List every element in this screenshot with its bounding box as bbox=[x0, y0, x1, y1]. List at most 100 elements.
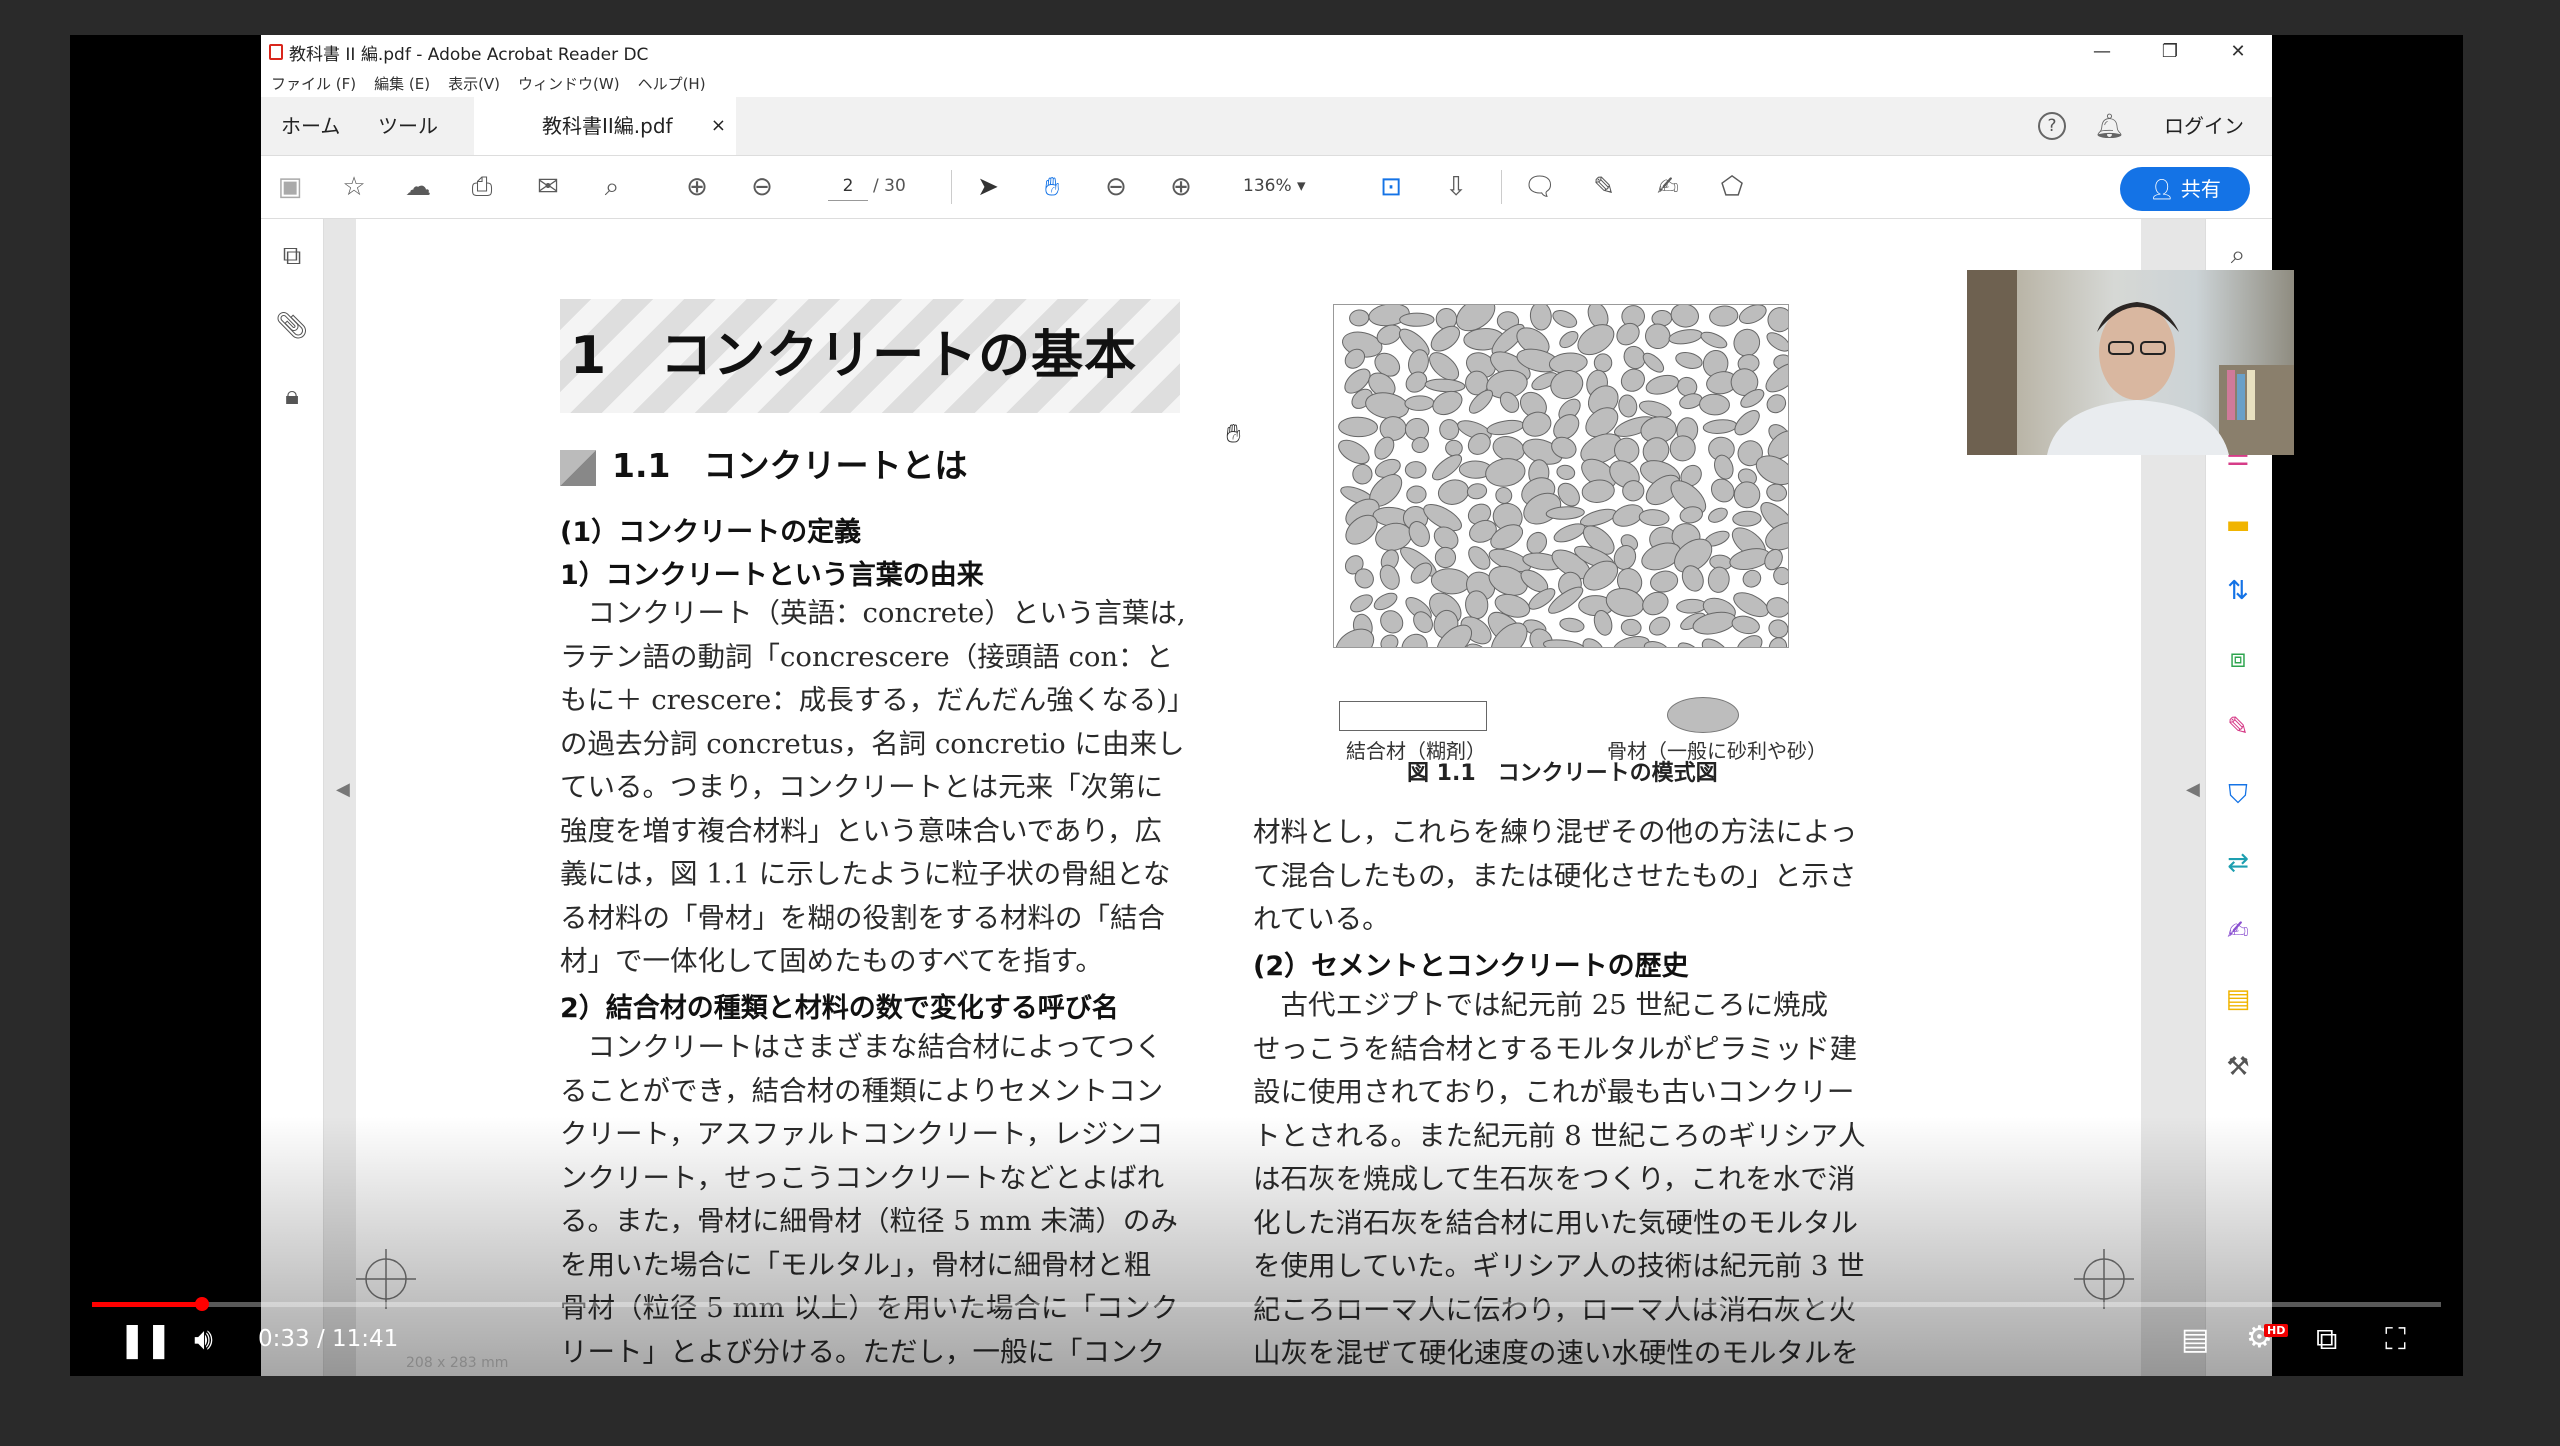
highlight-pen-icon[interactable]: ✎ bbox=[1587, 170, 1621, 204]
protect-shield-icon[interactable]: ⛉ bbox=[2220, 777, 2256, 813]
fit-page-icon[interactable]: ⊡ bbox=[1374, 170, 1408, 204]
collapse-left-arrow-icon[interactable]: ◀ bbox=[336, 779, 350, 800]
fullscreen-icon[interactable]: ⛶ bbox=[2385, 1322, 2406, 1357]
sign-icon[interactable]: ✍︎ bbox=[1651, 170, 1685, 204]
tab-document[interactable]: 教科書II編.pdf × bbox=[474, 97, 736, 155]
video-player[interactable]: 教科書 II 編.pdf - Adobe Acrobat Reader DC —… bbox=[70, 35, 2463, 1376]
page-thumbnails-icon[interactable]: ⧉ bbox=[275, 239, 309, 273]
miniplayer-icon[interactable]: ⧉ bbox=[2316, 1322, 2337, 1357]
login-link[interactable]: ログイン bbox=[2164, 97, 2244, 155]
request-signature-icon[interactable]: ✍︎ bbox=[2220, 913, 2256, 949]
aggregate-particle bbox=[1620, 368, 1645, 392]
collapse-right-arrow-icon[interactable]: ◀ bbox=[2186, 779, 2200, 800]
subtitles-icon[interactable]: ▤ bbox=[2181, 1322, 2209, 1357]
crop-mark-left-icon bbox=[356, 1249, 416, 1309]
aggregate-particle bbox=[1593, 353, 1613, 373]
hd-badge: HD bbox=[2264, 1324, 2289, 1337]
chapter-title: 1 コンクリートの基本 bbox=[570, 326, 1138, 386]
bell-icon[interactable]: 🔔︎ bbox=[2094, 97, 2124, 155]
aggregate-particle bbox=[1445, 439, 1463, 457]
share-button[interactable]: 👤︎ 共有 bbox=[2120, 167, 2250, 211]
page-down-icon[interactable]: ⊖ bbox=[745, 170, 779, 204]
tab-document-label: 教科書II編.pdf bbox=[542, 114, 673, 138]
text-line: 紀ころローマ人に伝わり，ローマ人は消石灰と火 bbox=[1253, 1293, 1857, 1326]
comment-icon[interactable]: 🗨︎ bbox=[1523, 170, 1557, 204]
aggregate-particle bbox=[1559, 617, 1585, 633]
page-number-input[interactable]: 2 bbox=[828, 172, 868, 201]
figure-caption: 図 1.1 コンクリートの模式図 bbox=[1407, 761, 1718, 786]
zoom-search-icon[interactable]: ⌕ bbox=[595, 170, 629, 204]
combine-files-icon[interactable]: ⇅ bbox=[2220, 573, 2256, 609]
cloud-upload-icon[interactable]: ☁ bbox=[401, 170, 435, 204]
status-bar: 208 x 283 mm bbox=[324, 1353, 2206, 1376]
select-cursor-icon[interactable]: ➤ bbox=[971, 170, 1005, 204]
aggregate-particle bbox=[1638, 509, 1670, 527]
aggregate-particle bbox=[1550, 370, 1584, 400]
more-tools-icon[interactable]: ⚒ bbox=[2220, 1049, 2256, 1085]
menu-view[interactable]: 表示(V) bbox=[448, 73, 500, 94]
aggregate-particle bbox=[1466, 483, 1488, 500]
mail-icon[interactable]: ✉ bbox=[531, 170, 565, 204]
text-line: ラテン語の動詞「concrescere（接頭語 con：と bbox=[560, 640, 1174, 673]
text-line: る。また，骨材に細骨材（粒径 5 mm 未満）のみ bbox=[560, 1205, 1178, 1237]
video-progress-bar[interactable] bbox=[92, 1297, 2441, 1311]
attachments-icon[interactable]: 📎︎ bbox=[275, 309, 309, 343]
send-track-icon[interactable]: ⇄ bbox=[2220, 845, 2256, 881]
aggregate-particle bbox=[1468, 546, 1491, 570]
document-lock-icon[interactable]: 🔒︎ bbox=[275, 379, 309, 413]
pdf-file-icon bbox=[269, 44, 283, 60]
zoom-in-icon[interactable]: ⊕ bbox=[1164, 170, 1198, 204]
close-window-button[interactable]: ✕ bbox=[2204, 35, 2272, 69]
menu-window[interactable]: ウィンドウ(W) bbox=[518, 73, 620, 94]
section-square-icon bbox=[560, 449, 596, 486]
stamp-icon[interactable]: ⬠ bbox=[1715, 170, 1749, 204]
text-line: を用いた場合に「モルタル」，骨材に細骨材と粗 bbox=[560, 1248, 1152, 1281]
toolbar: ▣ ☆ ☁ ⎙ ✉ ⌕ ⊕ ⊖ 2 / 30 ➤ ✋︎ ⊖ ⊕ 136% ▾ ⊡… bbox=[261, 156, 2272, 219]
aggregate-particle bbox=[1710, 478, 1735, 503]
help-icon[interactable]: ? bbox=[2038, 112, 2066, 140]
aggregate-particle bbox=[1434, 546, 1457, 569]
aggregate-particle bbox=[1668, 329, 1703, 345]
aggregate-particle bbox=[1373, 592, 1398, 611]
aggregate-particle bbox=[1485, 458, 1526, 487]
menu-edit[interactable]: 編集 (E) bbox=[374, 73, 430, 94]
restore-button[interactable]: ❐ bbox=[2136, 35, 2204, 69]
text-line: 材料とし，これらを練り混ぜその他の方法によっ bbox=[1253, 816, 1858, 848]
tab-home[interactable]: ホーム bbox=[281, 97, 340, 155]
zoom-search-panel-icon[interactable]: ⌕ bbox=[2220, 237, 2256, 273]
aggregate-particle bbox=[1766, 394, 1787, 414]
save-icon[interactable]: ▣ bbox=[273, 170, 307, 204]
minimize-button[interactable]: — bbox=[2068, 35, 2136, 69]
star-icon[interactable]: ☆ bbox=[337, 170, 371, 204]
print-icon[interactable]: ⎙ bbox=[465, 170, 499, 204]
zoom-out-icon[interactable]: ⊖ bbox=[1099, 170, 1133, 204]
text-line: を使用していた。ギリシア人の技術は紀元前 3 世 bbox=[1253, 1250, 1865, 1282]
aggregate-particle bbox=[1618, 394, 1638, 418]
zoom-level-select[interactable]: 136% ▾ bbox=[1243, 172, 1333, 200]
comment-panel-icon[interactable]: ▬ bbox=[2220, 507, 2256, 543]
zoom-level-value: 136% bbox=[1243, 176, 1292, 196]
text-line: は石灰を焼成して生石灰をつくり，これを水で消 bbox=[1253, 1163, 1856, 1195]
text-line: もに＋ crescere：成長する，だんだん強くなる)」 bbox=[560, 684, 1195, 716]
compress-icon[interactable]: ⧈ bbox=[2220, 641, 2256, 677]
aggregate-particle bbox=[1582, 638, 1605, 647]
tab-tools[interactable]: ツール bbox=[378, 97, 438, 155]
menu-file[interactable]: ファイル (F) bbox=[271, 73, 356, 94]
text-line: 強度を増す複合材料」という意味合いであり，広 bbox=[560, 814, 1162, 847]
pause-icon[interactable]: ❚❚ bbox=[118, 1320, 173, 1360]
acrobat-window: 教科書 II 編.pdf - Adobe Acrobat Reader DC —… bbox=[261, 35, 2272, 1376]
menu-help[interactable]: ヘルプ(H) bbox=[638, 73, 706, 94]
page-up-icon[interactable]: ⊕ bbox=[680, 170, 714, 204]
document-viewport[interactable]: ◀ ◀ 1 コンクリートの基本 1.1 コンクリートとは (1）コンクリートの定… bbox=[324, 219, 2206, 1376]
tab-close-icon[interactable]: × bbox=[711, 97, 726, 155]
text-line: トとされる。また紀元前 8 世紀ころのギリシア人 bbox=[1253, 1119, 1866, 1152]
aggregate-particle bbox=[1708, 507, 1728, 523]
scroll-mode-icon[interactable]: ⇩ bbox=[1439, 170, 1473, 204]
fill-sign-icon[interactable]: ✎ bbox=[2220, 709, 2256, 745]
aggregate-particle bbox=[1699, 393, 1730, 416]
volume-icon[interactable]: 🔊︎ bbox=[194, 1322, 213, 1357]
hand-tool-icon[interactable]: ✋︎ bbox=[1035, 170, 1069, 204]
subheading-definition: (1）コンクリートの定義 bbox=[560, 517, 862, 548]
aggregate-particle bbox=[1766, 332, 1788, 352]
pdf-file-panel-icon[interactable]: ▤ bbox=[2220, 981, 2256, 1017]
